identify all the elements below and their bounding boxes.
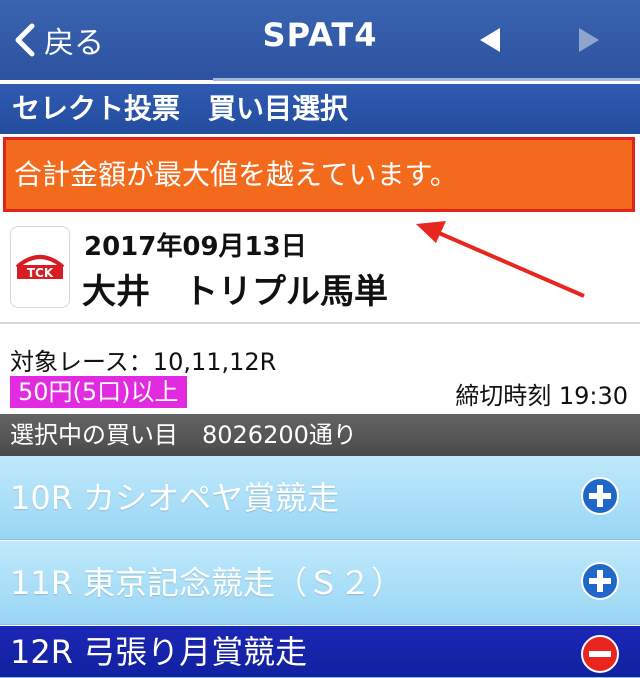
race-date: 2017年09月13日 [84,232,307,262]
race-row-label: 11R 東京記念競走（Ｓ２） [10,564,404,602]
deadline: 締切時刻 19:30 [455,382,628,410]
race-row-label: 12R 弓張り月賞競走 [10,633,308,671]
minus-circle-icon[interactable] [580,634,620,674]
race-row-11r[interactable]: 11R 東京記念競走（Ｓ２） [0,541,640,625]
logo-text: TCK [27,266,54,280]
race-name: 大井 トリプル馬単 [82,272,388,312]
plus-circle-icon[interactable] [580,561,620,601]
target-block: 対象レース：10,11,12R 50円(5口)以上 締切時刻 19:30 [0,324,640,414]
target-races: 対象レース：10,11,12R [10,348,277,376]
next-arrow-icon[interactable] [573,24,605,56]
error-message: 合計金額が最大値を越えています。 [3,137,635,212]
section-header: セレクト投票 買い目選択 [0,84,640,134]
race-row-12r[interactable]: 12R 弓張り月賞競走 [0,626,640,678]
race-info: TCK 2017年09月13日 大井 トリプル馬単 [0,214,640,324]
plus-circle-icon[interactable] [580,476,620,516]
race-row-10r[interactable]: 10R カシオペヤ賞競走 [0,456,640,540]
tck-logo-icon: TCK [15,255,65,280]
prev-arrow-icon[interactable] [474,24,506,56]
top-nav-bar: 戻る SPAT4 [0,0,640,80]
page-title: SPAT4 [262,16,378,54]
selected-combinations-header: 選択中の買い目 8026200通り [0,414,640,456]
min-bet-badge: 50円(5口)以上 [10,376,187,408]
race-row-label: 10R カシオペヤ賞競走 [10,479,340,517]
tck-logo: TCK [10,226,70,308]
nav-underline [213,78,640,81]
